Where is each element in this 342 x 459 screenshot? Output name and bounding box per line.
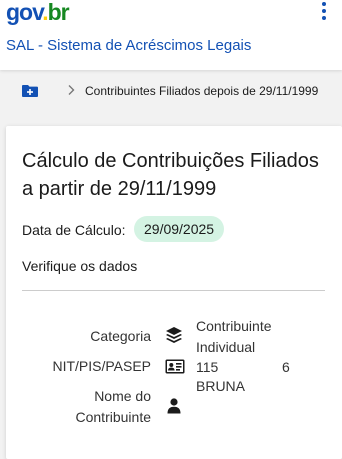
nome-label-line1: Nome do: [94, 388, 151, 404]
logo-gov: gov: [6, 0, 43, 25]
kebab-menu-icon[interactable]: [318, 2, 330, 20]
layers-icon: [166, 327, 182, 343]
nome-value: BRUNA: [196, 378, 246, 394]
categoria-label: Categoria: [90, 328, 151, 344]
app-header: gov.br SAL - Sistema de Acréscimos Legai…: [0, 0, 342, 70]
govbr-logo[interactable]: gov.br: [6, 0, 70, 25]
breadcrumb: Contribuintes Filiados depois de 29/11/1…: [0, 74, 342, 108]
calculation-card: Cálculo de Contribuições Filiados a part…: [6, 126, 342, 459]
id-card-icon: [165, 359, 185, 374]
user-icon: [167, 398, 181, 414]
divider: [22, 290, 325, 291]
categoria-value-line1: Contribuinte: [196, 318, 272, 334]
system-title[interactable]: SAL - Sistema de Acréscimos Legais: [6, 37, 251, 54]
nome-label-line2: Contribuinte: [75, 409, 152, 425]
date-badge: 29/09/2025: [134, 216, 225, 242]
verify-heading: Verifique os dados: [22, 258, 138, 274]
date-label: Data de Cálculo:: [22, 222, 126, 238]
nit-label: NIT/PIS/PASEP: [52, 358, 151, 374]
categoria-value-line2: Individual: [196, 339, 256, 355]
page-title: Cálculo de Contribuições Filiados a part…: [22, 150, 319, 200]
folder-plus-icon[interactable]: [21, 84, 39, 98]
nit-value-part1: 115: [196, 359, 219, 375]
chevron-right-icon: [68, 85, 75, 95]
nit-value-part2: 6: [282, 359, 290, 375]
logo-br: br: [47, 0, 70, 25]
breadcrumb-current: Contribuintes Filiados depois de 29/11/1…: [85, 84, 319, 98]
